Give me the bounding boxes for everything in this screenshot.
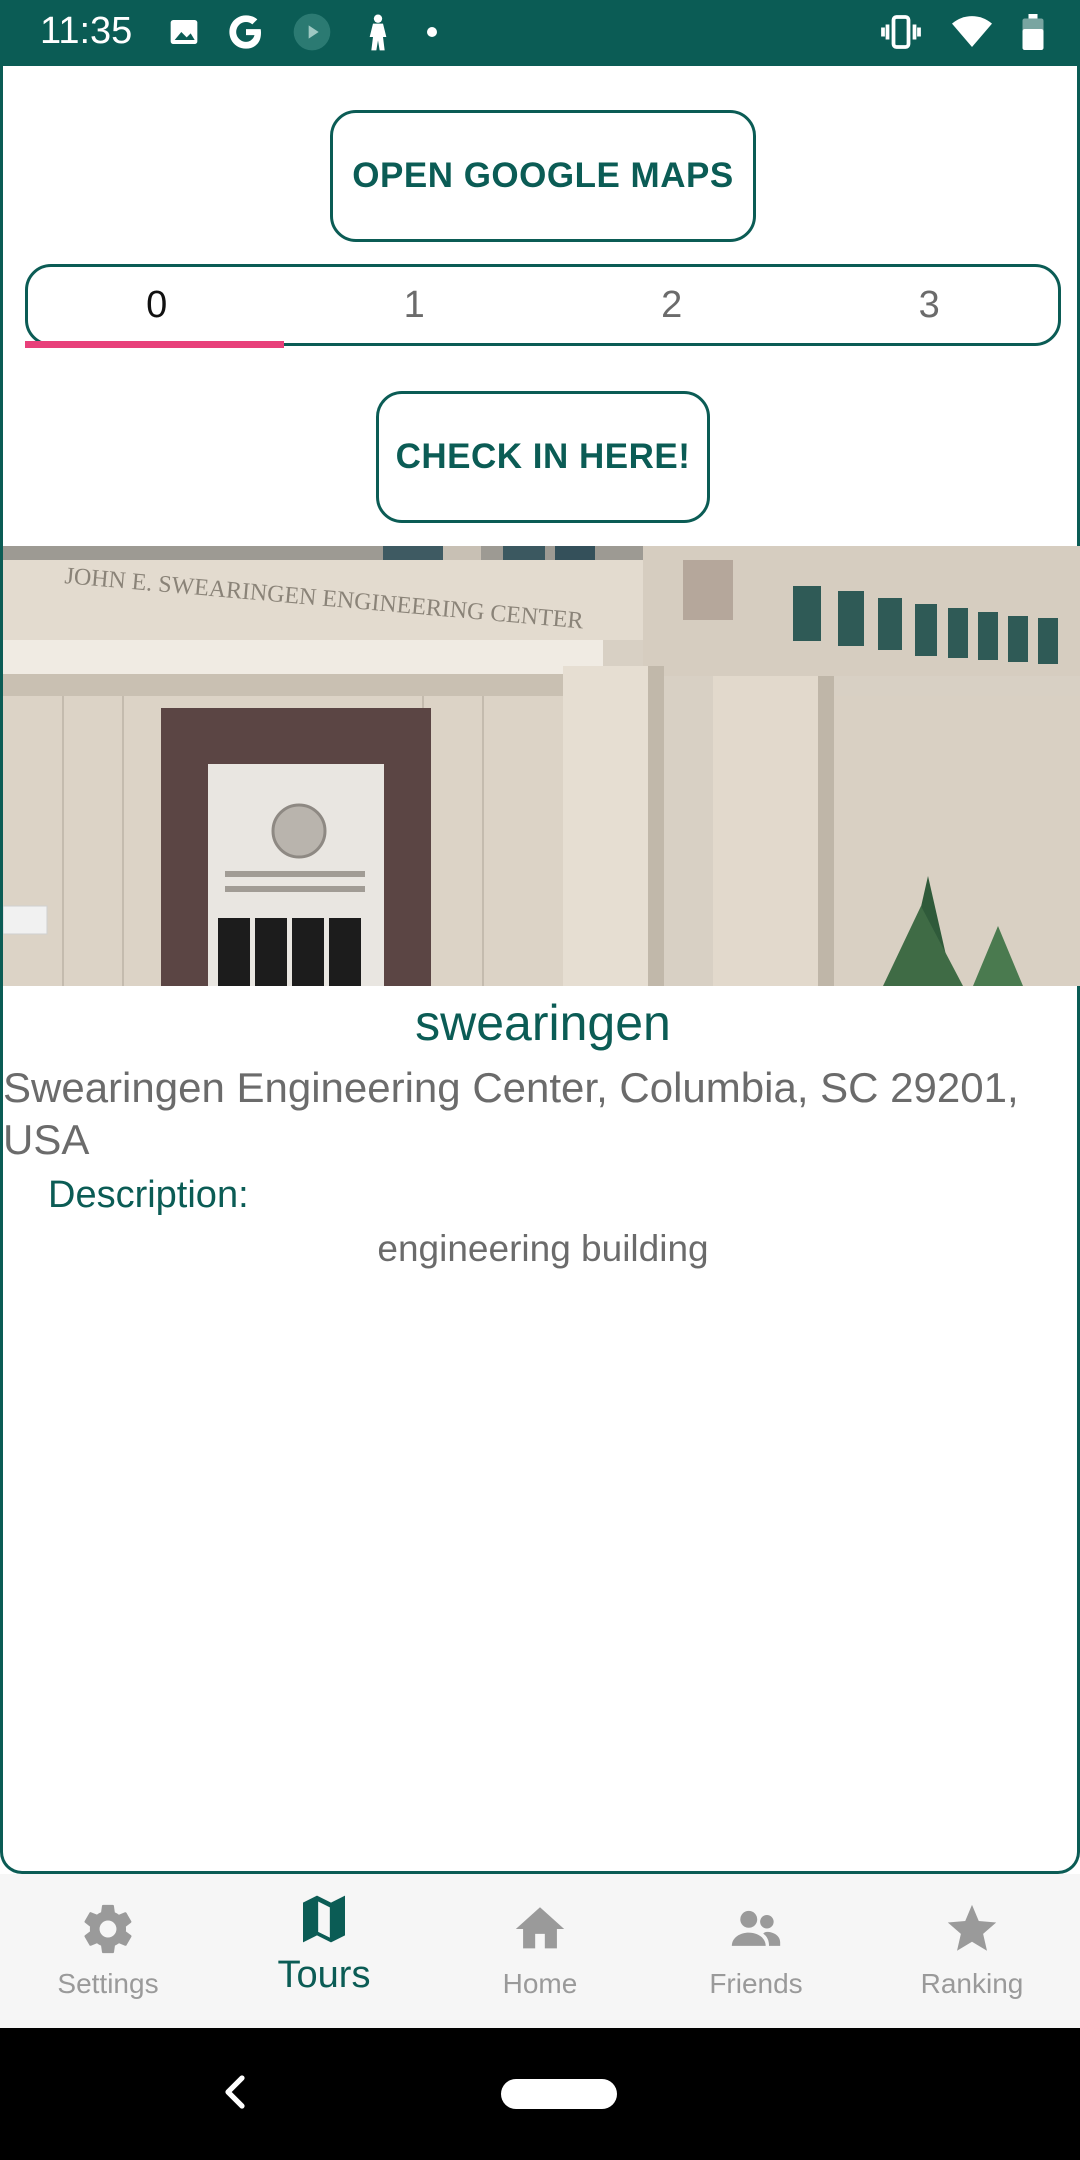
system-navigation-bar	[0, 2028, 1080, 2160]
figure-icon	[358, 11, 398, 58]
status-icons-left	[168, 12, 440, 56]
people-icon	[725, 1900, 787, 1958]
stop-tabs: 0 1 2 3	[25, 264, 1061, 346]
battery-icon	[1022, 13, 1044, 55]
vibrate-icon	[880, 14, 922, 55]
map-icon	[296, 1890, 352, 1948]
image-icon	[168, 16, 200, 53]
open-google-maps-button[interactable]: OPEN GOOGLE MAPS	[330, 110, 756, 242]
nav-label-friends: Friends	[709, 1968, 803, 1999]
nav-label-home: Home	[502, 1968, 578, 1999]
nav-item-ranking[interactable]: Ranking	[864, 1874, 1080, 2028]
status-icons-right	[880, 12, 1044, 56]
gear-icon	[79, 1900, 137, 1958]
place-name: swearingen	[415, 995, 671, 1051]
google-g-icon	[226, 12, 266, 57]
nav-item-home[interactable]: Home	[432, 1874, 648, 2028]
nav-label-settings: Settings	[57, 1968, 159, 1999]
tab-3[interactable]: 3	[801, 267, 1059, 343]
nav-label-tours: Tours	[277, 1954, 371, 1996]
nav-item-friends[interactable]: Friends	[648, 1874, 864, 2028]
nav-item-tours[interactable]: Tours	[216, 1874, 432, 2028]
tab-0[interactable]: 0	[28, 267, 286, 343]
tab-2[interactable]: 2	[543, 267, 801, 343]
check-in-button[interactable]: CHECK IN HERE!	[376, 391, 710, 523]
bottom-navigation: Settings Tours Home Friends Ranking	[0, 1874, 1080, 2028]
place-address: Swearingen Engineering Center, Columbia,…	[3, 1064, 1019, 1163]
play-icon	[292, 12, 332, 57]
home-icon	[511, 1900, 569, 1958]
description-text: engineering building	[377, 1228, 709, 1269]
status-time: 11:35	[40, 10, 133, 52]
home-pill-icon[interactable]	[501, 2079, 617, 2109]
star-icon	[942, 1900, 1002, 1958]
dot-icon	[424, 24, 440, 45]
status-bar: 11:35	[0, 0, 1080, 66]
back-icon[interactable]	[220, 2072, 250, 2117]
description-label: Description:	[48, 1174, 249, 1216]
tour-stop-card: OPEN GOOGLE MAPS 0 1 2 3 CHECK IN HERE! …	[0, 66, 1080, 1874]
nav-label-ranking: Ranking	[920, 1968, 1024, 1999]
nav-item-settings[interactable]: Settings	[0, 1874, 216, 2028]
wifi-icon	[952, 15, 992, 54]
tab-1[interactable]: 1	[286, 267, 544, 343]
tab-selected-indicator	[25, 341, 284, 348]
place-photo: JOHN E. SWEARINGEN ENGINEERING CENTER	[3, 546, 1080, 986]
